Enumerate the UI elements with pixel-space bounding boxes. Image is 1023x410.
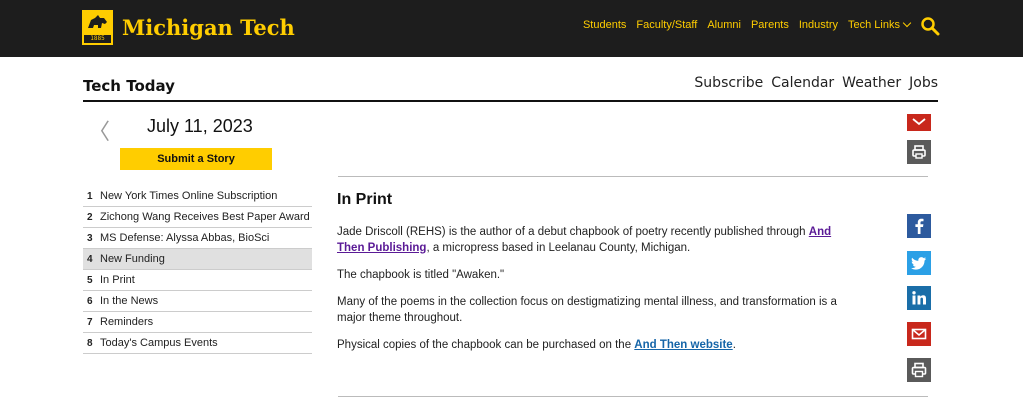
story-label: In Print [100,274,135,286]
story-label: Today's Campus Events [100,337,218,349]
print-icon[interactable] [907,358,931,382]
section-links: Subscribe Calendar Weather Jobs [694,75,938,91]
search-icon[interactable] [920,16,940,36]
story-item-active[interactable]: 4 New Funding [83,249,312,270]
linkedin-icon[interactable] [907,286,931,310]
and-then-website-link[interactable]: And Then website [634,339,732,351]
brand-name: Michigan Tech [122,15,295,40]
chevron-down-icon [902,18,912,28]
story-label: Reminders [100,316,154,328]
section-divider [83,100,938,102]
story-item[interactable]: 7 Reminders [83,312,312,333]
print-icon[interactable] [907,140,931,164]
story-number: 3 [87,232,93,244]
article-paragraph: The chapbook is titled "Awaken." [337,269,505,281]
jobs-link[interactable]: Jobs [909,75,938,91]
nav-parents[interactable]: Parents [751,19,789,31]
article-paragraph: Physical copies of the chapbook can be p… [337,337,857,353]
paragraph-text: Physical copies of the chapbook can be p… [337,339,635,351]
facebook-icon[interactable] [907,214,931,238]
story-label: Zichong Wang Receives Best Paper Award [100,211,310,223]
nav-alumni[interactable]: Alumni [707,19,741,31]
story-number: 7 [87,316,93,328]
story-label: New Funding [100,253,165,265]
article-divider-bottom [338,396,928,397]
story-number: 6 [87,295,93,307]
nav-tech-links[interactable]: Tech Links [848,18,912,31]
story-item[interactable]: 6 In the News [83,291,312,312]
section-title[interactable]: Tech Today [83,77,175,95]
twitter-icon[interactable] [907,251,931,275]
article-title: In Print [337,191,393,208]
weather-link[interactable]: Weather [842,75,901,91]
story-number: 1 [87,190,93,202]
story-item[interactable]: 2 Zichong Wang Receives Best Paper Award [83,207,312,228]
story-item[interactable]: 1 New York Times Online Subscription [83,186,312,207]
article-paragraph: Jade Driscoll (REHS) is the author of a … [337,224,857,256]
brand-year: 1885 [84,35,111,43]
story-label: In the News [100,295,159,307]
story-label: MS Defense: Alyssa Abbas, BioSci [100,232,270,244]
brand-logo[interactable]: 1885 Michigan Tech [82,10,295,45]
top-header: 1885 Michigan Tech Students Faculty/Staf… [0,0,1023,57]
nav-tech-links-label: Tech Links [848,19,900,31]
article-divider-top [338,176,928,177]
submit-story-button[interactable]: Submit a Story [120,148,272,170]
story-item[interactable]: 8 Today's Campus Events [83,333,312,354]
chevron-left-icon[interactable]: 〈 [88,114,110,146]
husky-logo-icon: 1885 [82,10,113,45]
nav-students[interactable]: Students [583,19,626,31]
top-nav: Students Faculty/Staff Alumni Parents In… [583,18,912,31]
story-number: 4 [87,253,93,265]
email-icon[interactable] [907,322,931,346]
story-item[interactable]: 3 MS Defense: Alyssa Abbas, BioSci [83,228,312,249]
paragraph-text: Jade Driscoll (REHS) is the author of a … [337,226,809,238]
issue-date: July 11, 2023 [147,116,253,136]
story-number: 2 [87,211,93,223]
email-icon[interactable] [907,114,931,131]
nav-industry[interactable]: Industry [799,19,838,31]
paragraph-text: . [732,339,736,351]
nav-faculty-staff[interactable]: Faculty/Staff [636,19,697,31]
story-number: 5 [87,274,93,286]
story-number: 8 [87,337,93,349]
story-list: 1 New York Times Online Subscription 2 Zic… [83,186,312,354]
article-paragraph: Many of the poems in the collection focu… [337,296,837,324]
paragraph-text: , a micropress based in Leelanau County,… [426,242,691,254]
article-body: Jade Driscoll (REHS) is the author of a … [337,224,857,364]
calendar-link[interactable]: Calendar [771,75,834,91]
story-item[interactable]: 5 In Print [83,270,312,291]
story-label: New York Times Online Subscription [100,190,278,202]
subscribe-link[interactable]: Subscribe [694,75,763,91]
